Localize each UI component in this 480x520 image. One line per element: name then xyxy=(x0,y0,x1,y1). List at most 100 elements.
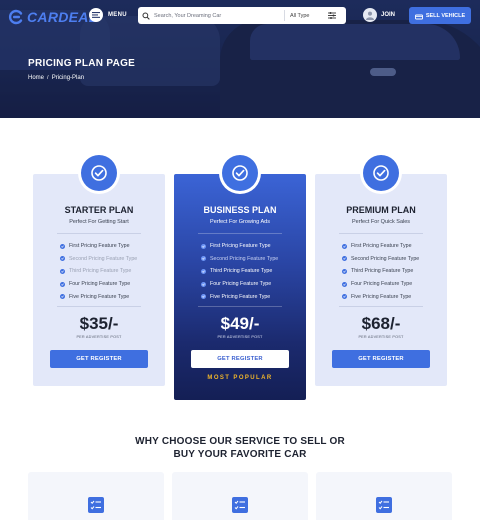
search-bar: All Type xyxy=(138,7,346,24)
feature-list: First Pricing Feature Type Second Pricin… xyxy=(60,240,137,303)
breadcrumb: Home / Pricing-Plan xyxy=(28,75,84,81)
check-dot-icon xyxy=(342,294,347,300)
feature-item: Four Pricing Feature Type xyxy=(201,278,278,291)
hero-banner: CARDEAL MENU All Type JOIN SELL VEHICLE … xyxy=(0,0,480,118)
feature-label: Second Pricing Feature Type xyxy=(69,255,138,262)
feature-label: Four Pricing Feature Type xyxy=(210,281,272,288)
check-dot-icon xyxy=(342,281,347,287)
plan-subtitle: Perfect For Getting Start xyxy=(69,219,129,225)
pricing-card-starter: STARTER PLAN Perfect For Getting Start F… xyxy=(33,174,165,386)
feature-item: Third Pricing Feature Type xyxy=(60,265,137,278)
checklist-icon xyxy=(87,496,105,514)
check-dot-icon xyxy=(60,268,65,274)
plan-badge xyxy=(360,152,402,194)
join-label: JOIN xyxy=(381,12,396,18)
divider xyxy=(57,306,141,307)
sell-vehicle-label: SELL VEHICLE xyxy=(425,12,466,19)
feature-item: Third Pricing Feature Type xyxy=(342,265,419,278)
logo-text: CARDEAL xyxy=(27,9,98,25)
user-avatar-icon xyxy=(363,8,377,22)
section-title-line: BUY YOUR FAVORITE CAR xyxy=(173,449,307,460)
feature-label: Five Pricing Feature Type xyxy=(69,293,130,300)
plan-badge xyxy=(219,152,261,194)
get-register-button[interactable]: GET REGISTER xyxy=(50,350,148,368)
feature-label: Four Pricing Feature Type xyxy=(69,281,131,288)
sell-vehicle-button[interactable]: SELL VEHICLE xyxy=(409,7,471,24)
menu-button[interactable]: MENU xyxy=(89,8,127,22)
plan-price: $35/- xyxy=(79,314,119,333)
check-dot-icon xyxy=(201,281,206,287)
filter-icon[interactable] xyxy=(325,12,339,19)
checklist-icon xyxy=(231,496,249,514)
plan-badge xyxy=(78,152,120,194)
price-note: PER ADVERTISE POST xyxy=(76,335,122,339)
feature-label: Five Pricing Feature Type xyxy=(351,293,412,300)
menu-icon xyxy=(89,8,103,22)
feature-list: First Pricing Feature Type Second Pricin… xyxy=(201,240,278,303)
feature-item: Second Pricing Feature Type xyxy=(342,253,419,266)
search-input[interactable] xyxy=(154,12,284,19)
feature-item: Second Pricing Feature Type xyxy=(60,253,137,266)
feature-item: Second Pricing Feature Type xyxy=(201,253,278,266)
pricing-card-business: BUSINESS PLAN Perfect For Growing Ads Fi… xyxy=(174,174,306,400)
feature-label: First Pricing Feature Type xyxy=(210,243,271,250)
breadcrumb-current: Pricing-Plan xyxy=(51,75,85,81)
feature-item: Third Pricing Feature Type xyxy=(201,265,278,278)
plan-subtitle: Perfect For Growing Ads xyxy=(210,219,270,225)
service-card xyxy=(28,472,164,520)
get-register-button[interactable]: GET REGISTER xyxy=(332,350,430,368)
check-circle-icon xyxy=(81,155,117,191)
section-title: WHY CHOOSE OUR SERVICE TO SELL OR BUY YO… xyxy=(0,435,480,461)
check-dot-icon xyxy=(60,281,65,287)
feature-label: First Pricing Feature Type xyxy=(69,243,130,250)
breadcrumb-separator: / xyxy=(47,75,49,81)
join-link[interactable]: JOIN xyxy=(363,8,395,22)
service-card xyxy=(316,472,452,520)
check-dot-icon xyxy=(60,294,65,300)
feature-label: Second Pricing Feature Type xyxy=(210,255,279,262)
pricing-card-premium: PREMIUM PLAN Perfect For Quick Sales Fir… xyxy=(315,174,447,386)
vehicle-type-select[interactable]: All Type xyxy=(285,13,325,19)
plan-price: $68/- xyxy=(361,314,401,333)
check-dot-icon xyxy=(201,243,206,249)
divider xyxy=(198,306,282,307)
check-dot-icon xyxy=(201,294,206,300)
feature-item: Five Pricing Feature Type xyxy=(342,290,419,303)
check-circle-icon xyxy=(363,155,399,191)
feature-item: Four Pricing Feature Type xyxy=(60,278,137,291)
logo-icon xyxy=(8,9,24,25)
car-icon xyxy=(414,7,423,25)
feature-item: First Pricing Feature Type xyxy=(60,240,137,253)
feature-item: Five Pricing Feature Type xyxy=(201,290,278,303)
feature-label: Third Pricing Feature Type xyxy=(69,268,132,275)
feature-item: Five Pricing Feature Type xyxy=(60,290,137,303)
most-popular-label: MOST POPULAR xyxy=(207,375,273,381)
feature-item: First Pricing Feature Type xyxy=(201,240,278,253)
search-icon[interactable] xyxy=(138,11,154,20)
check-circle-icon xyxy=(222,155,258,191)
price-note: PER ADVERTISE POST xyxy=(358,335,404,339)
feature-label: Second Pricing Feature Type xyxy=(351,255,420,262)
checklist-icon xyxy=(375,496,393,514)
breadcrumb-home[interactable]: Home xyxy=(28,75,44,81)
feature-label: Third Pricing Feature Type xyxy=(351,268,414,275)
feature-list: First Pricing Feature Type Second Pricin… xyxy=(342,240,419,303)
service-card xyxy=(172,472,308,520)
divider xyxy=(339,306,423,307)
menu-label: MENU xyxy=(108,12,127,18)
check-dot-icon xyxy=(60,256,65,262)
plan-name: PREMIUM PLAN xyxy=(346,205,416,215)
site-logo[interactable]: CARDEAL xyxy=(8,8,98,26)
page-title: PRICING PLAN PAGE xyxy=(28,58,136,69)
check-dot-icon xyxy=(342,256,347,262)
check-dot-icon xyxy=(201,256,206,262)
feature-item: First Pricing Feature Type xyxy=(342,240,419,253)
feature-item: Four Pricing Feature Type xyxy=(342,278,419,291)
feature-label: First Pricing Feature Type xyxy=(351,243,412,250)
divider xyxy=(57,233,141,234)
get-register-button[interactable]: GET REGISTER xyxy=(191,350,289,368)
check-dot-icon xyxy=(60,243,65,249)
plan-name: STARTER PLAN xyxy=(64,205,134,215)
check-dot-icon xyxy=(342,268,347,274)
feature-label: Third Pricing Feature Type xyxy=(210,268,273,275)
